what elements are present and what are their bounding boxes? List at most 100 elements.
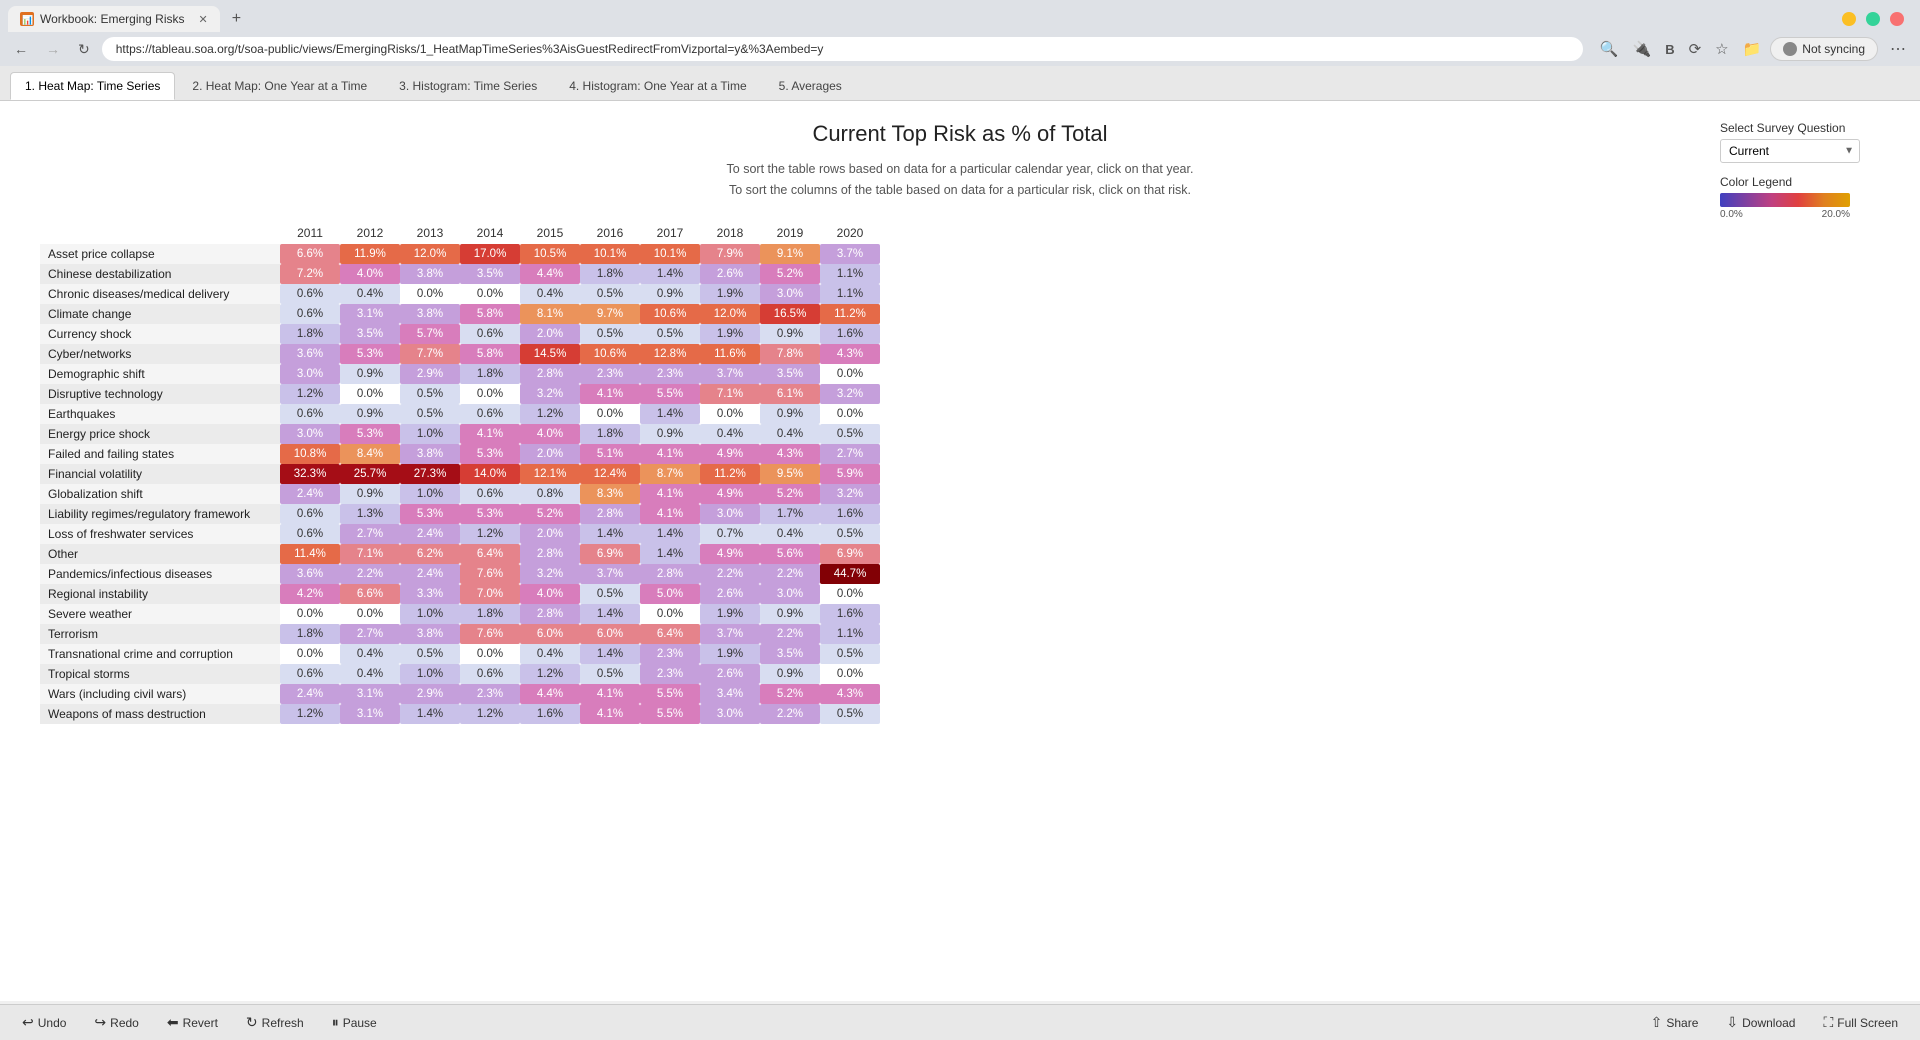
table-row: Chronic diseases/medical delivery0.6%0.4… bbox=[40, 284, 880, 304]
table-header-2016[interactable]: 2016 bbox=[580, 222, 640, 244]
reload-button[interactable]: ↻ bbox=[72, 38, 96, 61]
more-options-button[interactable]: ⋯ bbox=[1884, 36, 1912, 62]
cell-value: 2.4% bbox=[400, 524, 460, 544]
close-button[interactable] bbox=[1890, 12, 1904, 26]
tab-histogram-timeseries[interactable]: 3. Histogram: Time Series bbox=[384, 72, 552, 100]
forward-button[interactable]: → bbox=[40, 38, 66, 60]
table-header-2011[interactable]: 2011 bbox=[280, 222, 340, 244]
table-header-2012[interactable]: 2012 bbox=[340, 222, 400, 244]
cell-value: 0.0% bbox=[340, 604, 400, 624]
table-header-2017[interactable]: 2017 bbox=[640, 222, 700, 244]
cell-value: 8.7% bbox=[640, 464, 700, 484]
not-syncing-button[interactable]: Not syncing bbox=[1770, 37, 1878, 61]
download-button[interactable]: ⇩ Download bbox=[1720, 1011, 1801, 1034]
row-label[interactable]: Demographic shift bbox=[40, 364, 280, 384]
table-row: Other11.4%7.1%6.2%6.4%2.8%6.9%1.4%4.9%5.… bbox=[40, 544, 880, 564]
back-button[interactable]: ← bbox=[8, 38, 34, 60]
cell-value: 2.6% bbox=[700, 264, 760, 284]
refresh-icon[interactable]: ⟳ bbox=[1686, 37, 1705, 61]
not-syncing-label: Not syncing bbox=[1802, 42, 1865, 56]
row-label[interactable]: Earthquakes bbox=[40, 404, 280, 424]
collections-icon[interactable]: 📁 bbox=[1740, 37, 1765, 61]
cell-value: 5.6% bbox=[760, 544, 820, 564]
tab-heatmap-timeseries[interactable]: 1. Heat Map: Time Series bbox=[10, 72, 175, 100]
row-label[interactable]: Currency shock bbox=[40, 324, 280, 344]
cell-value: 1.4% bbox=[640, 264, 700, 284]
tab-histogram-oneyear[interactable]: 4. Histogram: One Year at a Time bbox=[554, 72, 761, 100]
cell-value: 1.6% bbox=[820, 604, 880, 624]
row-label[interactable]: Energy price shock bbox=[40, 424, 280, 444]
cell-value: 0.5% bbox=[820, 704, 880, 724]
row-label[interactable]: Regional instability bbox=[40, 584, 280, 604]
bold-icon[interactable]: B bbox=[1662, 39, 1677, 60]
row-label[interactable]: Liability regimes/regulatory framework bbox=[40, 504, 280, 524]
cell-value: 1.4% bbox=[640, 544, 700, 564]
table-row: Asset price collapse6.6%11.9%12.0%17.0%1… bbox=[40, 244, 880, 264]
browser-tab[interactable]: 📊 Workbook: Emerging Risks ✕ bbox=[8, 6, 220, 32]
pause-button[interactable]: ⏸ Pause bbox=[326, 1011, 383, 1034]
cell-value: 6.4% bbox=[460, 544, 520, 564]
cell-value: 1.0% bbox=[400, 424, 460, 444]
refresh-button[interactable]: ↻ Refresh bbox=[240, 1011, 310, 1034]
table-header-2014[interactable]: 2014 bbox=[460, 222, 520, 244]
cell-value: 1.3% bbox=[340, 504, 400, 524]
row-label[interactable]: Climate change bbox=[40, 304, 280, 324]
cell-value: 1.8% bbox=[460, 604, 520, 624]
extension-icon[interactable]: 🔌 bbox=[1630, 37, 1655, 61]
row-label[interactable]: Tropical storms bbox=[40, 664, 280, 684]
cell-value: 0.5% bbox=[580, 284, 640, 304]
cell-value: 2.9% bbox=[400, 684, 460, 704]
row-label[interactable]: Globalization shift bbox=[40, 484, 280, 504]
cell-value: 1.0% bbox=[400, 604, 460, 624]
table-header-2020[interactable]: 2020 bbox=[820, 222, 880, 244]
table-header-2013[interactable]: 2013 bbox=[400, 222, 460, 244]
table-header-2018[interactable]: 2018 bbox=[700, 222, 760, 244]
table-header-2019[interactable]: 2019 bbox=[760, 222, 820, 244]
cell-value: 1.0% bbox=[400, 664, 460, 684]
maximize-button[interactable] bbox=[1866, 12, 1880, 26]
cell-value: 2.6% bbox=[700, 664, 760, 684]
fullscreen-button[interactable]: ⛶ Full Screen bbox=[1817, 1011, 1904, 1034]
minimize-button[interactable] bbox=[1842, 12, 1856, 26]
cell-value: 1.4% bbox=[400, 704, 460, 724]
table-header-2015[interactable]: 2015 bbox=[520, 222, 580, 244]
cell-value: 3.5% bbox=[760, 644, 820, 664]
cell-value: 2.3% bbox=[640, 364, 700, 384]
refresh-icon: ↻ bbox=[246, 1014, 258, 1031]
row-label[interactable]: Severe weather bbox=[40, 604, 280, 624]
page-title: Current Top Risk as % of Total bbox=[40, 121, 1880, 147]
cell-value: 2.8% bbox=[520, 364, 580, 384]
row-label[interactable]: Disruptive technology bbox=[40, 384, 280, 404]
row-label[interactable]: Cyber/networks bbox=[40, 344, 280, 364]
row-label[interactable]: Transnational crime and corruption bbox=[40, 644, 280, 664]
tab-heatmap-oneyear[interactable]: 2. Heat Map: One Year at a Time bbox=[177, 72, 382, 100]
zoom-icon[interactable]: 🔍 bbox=[1597, 37, 1622, 61]
row-label[interactable]: Pandemics/infectious diseases bbox=[40, 564, 280, 584]
share-button[interactable]: ⇧ Share bbox=[1645, 1011, 1705, 1034]
survey-question-select[interactable]: Current Emerging bbox=[1720, 139, 1860, 163]
row-label[interactable]: Chronic diseases/medical delivery bbox=[40, 284, 280, 304]
cell-value: 4.1% bbox=[580, 684, 640, 704]
address-bar-input[interactable] bbox=[102, 37, 1583, 61]
tab-averages[interactable]: 5. Averages bbox=[764, 72, 857, 100]
cell-value: 9.1% bbox=[760, 244, 820, 264]
row-label[interactable]: Asset price collapse bbox=[40, 244, 280, 264]
row-label[interactable]: Wars (including civil wars) bbox=[40, 684, 280, 704]
row-label[interactable]: Financial volatility bbox=[40, 464, 280, 484]
star-icon[interactable]: ☆ bbox=[1712, 37, 1731, 61]
cell-value: 7.6% bbox=[460, 564, 520, 584]
new-tab-button[interactable]: + bbox=[224, 10, 249, 28]
undo-button[interactable]: ↩ Undo bbox=[16, 1011, 72, 1034]
color-legend-max: 20.0% bbox=[1822, 209, 1850, 220]
tab-close-icon[interactable]: ✕ bbox=[199, 13, 208, 26]
row-label[interactable]: Weapons of mass destruction bbox=[40, 704, 280, 724]
table-row: Energy price shock3.0%5.3%1.0%4.1%4.0%1.… bbox=[40, 424, 880, 444]
cell-value: 10.1% bbox=[580, 244, 640, 264]
row-label[interactable]: Chinese destabilization bbox=[40, 264, 280, 284]
row-label[interactable]: Loss of freshwater services bbox=[40, 524, 280, 544]
row-label[interactable]: Failed and failing states bbox=[40, 444, 280, 464]
revert-button[interactable]: ⬅ Revert bbox=[161, 1011, 224, 1034]
redo-button[interactable]: ↪ Redo bbox=[88, 1011, 144, 1034]
row-label[interactable]: Terrorism bbox=[40, 624, 280, 644]
row-label[interactable]: Other bbox=[40, 544, 280, 564]
